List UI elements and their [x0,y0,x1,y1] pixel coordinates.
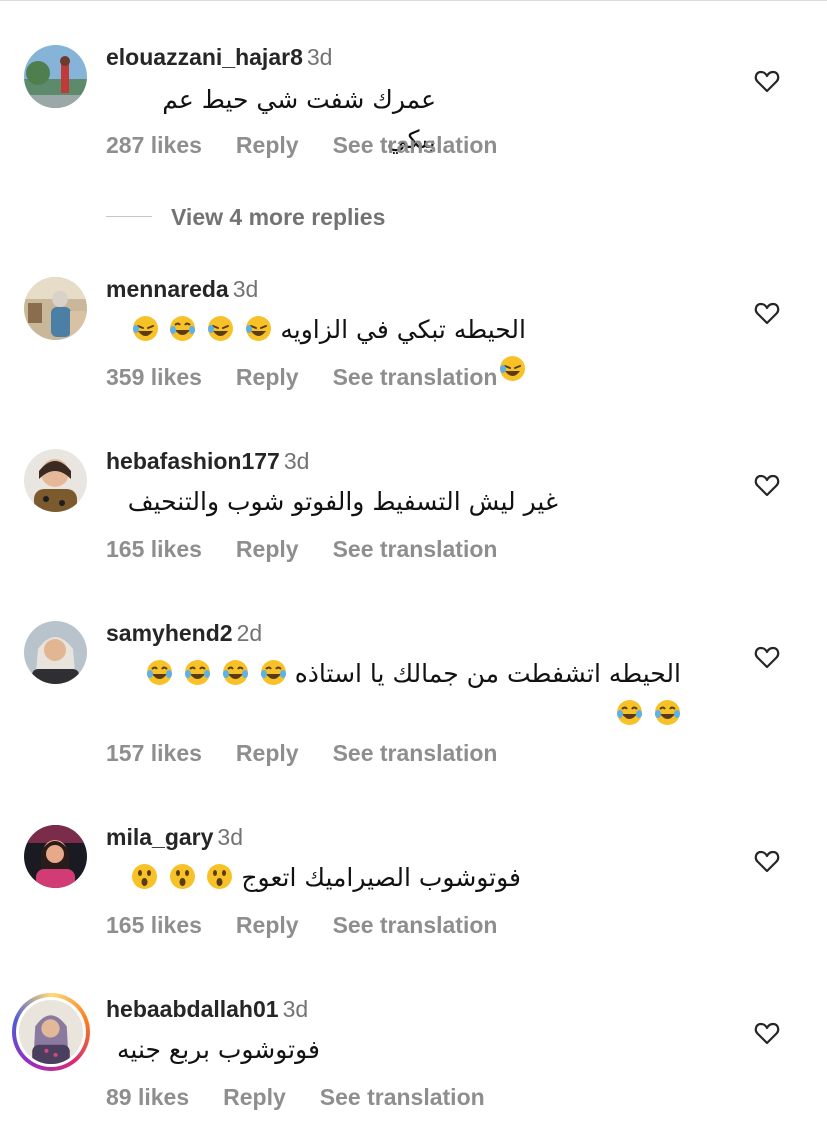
comment-header: samyhend2 2d [106,619,262,647]
comment-text-body: الحيطه تبكي في الزاويه [280,315,526,344]
joy-emoji [170,316,196,341]
comment-header: mennareda 3d [106,275,258,303]
comment-text: الحيطه اتشفطت من جمالك يا استاذه [106,654,681,734]
likes-count[interactable]: 157 likes [106,739,202,767]
avatar[interactable] [24,449,87,512]
username[interactable]: mila_gary [106,824,213,850]
username[interactable]: samyhend2 [106,620,233,646]
joy-emoji [260,660,286,685]
timestamp: 3d [283,448,310,474]
username[interactable]: hebaabdallah01 [106,996,279,1022]
timestamp: 3d [306,44,333,70]
comment-text: فوتوشوب بربع جنيه [117,1035,320,1064]
see-translation-button[interactable]: See translation [333,535,498,563]
comment-actions: 165 likes Reply See translation [106,911,531,939]
likes-count[interactable]: 89 likes [106,1083,189,1111]
reply-button[interactable]: Reply [236,131,299,159]
reply-button[interactable]: Reply [236,535,299,563]
comment-actions: 165 likes Reply See translation [106,535,531,563]
avatar-photo [19,1000,83,1064]
avatar-photo [24,621,87,684]
username[interactable]: hebafashion177 [106,448,280,474]
avatar-photo [24,45,87,108]
timestamp: 3d [217,824,243,850]
timestamp: 3d [282,996,309,1022]
username[interactable]: elouazzani_hajar8 [106,44,303,70]
heart-outline-icon[interactable] [754,645,780,669]
see-translation-button[interactable]: See translation [333,363,498,391]
timestamp: 3d [232,276,259,302]
reply-button[interactable]: Reply [236,911,299,939]
rofl-emoji [208,316,234,341]
comment-header: hebaabdallah01 3d [106,995,308,1023]
rofl-emoji [132,316,158,341]
likes-count[interactable]: 165 likes [106,911,202,939]
rofl-emoji [246,316,272,341]
avatar[interactable] [24,621,87,684]
comment-actions: 359 likes Reply See translation [106,363,531,391]
avatar-story-ring[interactable] [12,993,90,1071]
see-translation-button[interactable]: See translation [333,911,498,939]
username[interactable]: mennareda [106,276,229,302]
comment-header: elouazzani_hajar8 3d [106,43,332,71]
comment-text: غير ليش التسفيط والفوتو شوب والتنحيف [127,487,558,516]
astonished-emoji [169,864,195,889]
see-translation-button[interactable]: See translation [333,739,498,767]
avatar-photo [24,449,87,512]
comment-actions: 157 likes Reply See translation [106,739,531,767]
avatar[interactable] [24,277,87,340]
reply-button[interactable]: Reply [236,363,299,391]
see-translation-button[interactable]: See translation [320,1083,485,1111]
likes-count[interactable]: 287 likes [106,131,202,159]
view-replies-line [106,216,152,217]
heart-outline-icon[interactable] [754,1021,780,1045]
joy-emoji [184,660,210,685]
avatar[interactable] [24,825,87,888]
avatar-photo [24,277,87,340]
likes-count[interactable]: 359 likes [106,363,202,391]
likes-count[interactable]: 165 likes [106,535,202,563]
reply-button[interactable]: Reply [236,739,299,767]
avatar [16,997,86,1067]
joy-emoji [655,700,680,725]
avatar[interactable] [24,45,87,108]
astonished-emoji [207,864,233,889]
comment-actions: 89 likes Reply See translation [106,1083,519,1111]
top-divider [0,0,827,1]
joy-emoji [222,660,248,685]
timestamp: 2d [236,620,263,646]
joy-emoji [617,700,643,725]
heart-outline-icon[interactable] [754,473,780,497]
heart-outline-icon[interactable] [754,69,780,93]
joy-emoji [146,660,172,685]
comment-text-body: الحيطه اتشفطت من جمالك يا استاذه [294,659,681,688]
reply-button[interactable]: Reply [223,1083,286,1111]
comment-text-body: فوتوشوب الصيراميك اتعوج [241,863,521,892]
comment-text: فوتوشوب الصيراميك اتعوج [106,858,521,898]
comment-header: mila_gary 3d [106,823,243,851]
avatar-photo [24,825,87,888]
astonished-emoji [131,864,157,889]
comment-actions: 287 likes Reply See translation [106,131,531,159]
comment-header: hebafashion177 3d [106,447,309,475]
see-translation-button[interactable]: See translation [333,131,498,159]
heart-outline-icon[interactable] [754,301,780,325]
view-more-replies-button[interactable]: View 4 more replies [171,203,385,231]
heart-outline-icon[interactable] [754,849,780,873]
